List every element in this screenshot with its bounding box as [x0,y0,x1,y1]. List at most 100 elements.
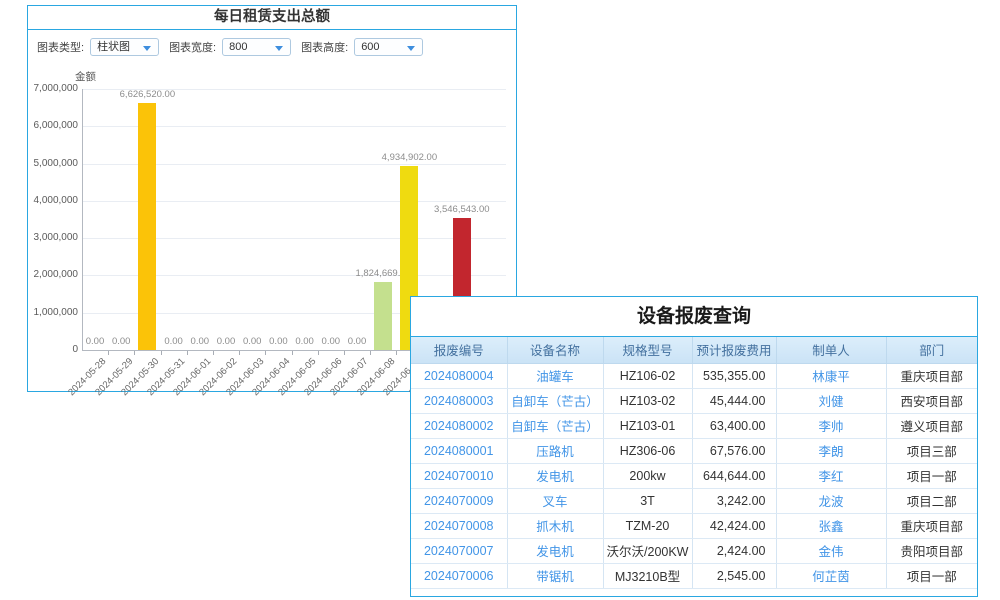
x-axis-tick [239,351,240,355]
table-cell-link[interactable]: 林康平 [776,363,886,388]
y-axis-title: 金额 [75,69,96,84]
table-cell-link[interactable]: 压路机 [507,438,603,463]
column-header: 设备名称 [507,337,603,363]
table-cell: 63,400.00 [692,413,776,438]
table-cell-link[interactable]: 李红 [776,463,886,488]
table-row: 2024070007发电机沃尔沃/200KW2,424.00金伟贵阳项目部 [411,538,977,563]
table-cell: MJ3210B型 [603,563,692,588]
table-cell: 遵义项目部 [886,413,977,438]
column-header: 报废编号 [411,337,507,363]
bar-value-label: 4,934,902.00 [364,152,454,163]
x-axis-tick [213,351,214,355]
table-cell: 42,424.00 [692,513,776,538]
table-row: 2024080003自卸车（芒古）HZ103-0245,444.00刘健西安项目… [411,388,977,413]
equipment-scrap-query-panel: 设备报废查询 报废编号设备名称规格型号预计报废费用制单人部门2024080004… [410,296,978,597]
chevron-down-icon [275,46,283,51]
table-cell: 2,545.00 [692,563,776,588]
column-header: 制单人 [776,337,886,363]
x-axis-tick [134,351,135,355]
table-cell-link[interactable]: 何芷茵 [776,563,886,588]
column-header: 规格型号 [603,337,692,363]
table-cell-link[interactable]: 2024080003 [411,388,507,413]
scrap-panel-title: 设备报废查询 [411,297,977,337]
table-cell-link[interactable]: 自卸车（芒古） [507,413,603,438]
table-cell-link[interactable]: 抓木机 [507,513,603,538]
table-row: 2024070008抓木机TZM-2042,424.00张鑫重庆项目部 [411,513,977,538]
table-cell-link[interactable]: 金伟 [776,538,886,563]
y-tick-label: 1,000,000 [30,307,78,318]
chart-height-select[interactable]: 600 [354,38,423,56]
table-cell: 项目一部 [886,563,977,588]
chevron-down-icon [407,46,415,51]
table-cell: 644,644.00 [692,463,776,488]
table-cell: TZM-20 [603,513,692,538]
x-axis-tick [370,351,371,355]
chart-type-select[interactable]: 柱状图 [90,38,159,56]
table-cell-link[interactable]: 2024080004 [411,363,507,388]
y-axis-line [82,89,83,350]
table-cell-link[interactable]: 油罐车 [507,363,603,388]
y-tick-label: 3,000,000 [30,232,78,243]
chart-panel-title: 每日租赁支出总额 [28,6,516,30]
chart-height-label: 图表高度: [301,39,348,55]
chart-width-label: 图表宽度: [169,39,216,55]
table-cell: HZ106-02 [603,363,692,388]
table-cell: HZ103-02 [603,388,692,413]
table-cell: 项目二部 [886,488,977,513]
table-cell: 535,355.00 [692,363,776,388]
scrap-table: 报废编号设备名称规格型号预计报废费用制单人部门2024080004油罐车HZ10… [411,337,977,589]
table-cell: 3T [603,488,692,513]
chart-type-label: 图表类型: [37,39,84,55]
chevron-down-icon [143,46,151,51]
table-row: 2024080001压路机HZ306-0667,576.00李朗项目三部 [411,438,977,463]
table-cell-link[interactable]: 叉车 [507,488,603,513]
chart-type-value: 柱状图 [97,41,130,53]
table-cell-link[interactable]: 带锯机 [507,563,603,588]
table-cell-link[interactable]: 李帅 [776,413,886,438]
table-cell-link[interactable]: 2024080002 [411,413,507,438]
x-axis-tick [187,351,188,355]
chart-width-select[interactable]: 800 [222,38,291,56]
table-cell: 3,242.00 [692,488,776,513]
table-cell: 200kw [603,463,692,488]
table-cell: 2,424.00 [692,538,776,563]
column-header: 部门 [886,337,977,363]
table-cell-link[interactable]: 刘健 [776,388,886,413]
y-tick-label: 5,000,000 [30,158,78,169]
y-tick-label: 2,000,000 [30,269,78,280]
bar-value-label: 6,626,520.00 [102,89,192,100]
table-cell-link[interactable]: 2024070010 [411,463,507,488]
table-row: 2024070009叉车3T3,242.00龙波项目二部 [411,488,977,513]
y-tick-label: 6,000,000 [30,120,78,131]
table-cell-link[interactable]: 张鑫 [776,513,886,538]
y-tick-label: 7,000,000 [30,83,78,94]
chart-bar[interactable] [138,103,156,350]
table-cell: 项目一部 [886,463,977,488]
table-cell: 贵阳项目部 [886,538,977,563]
chart-controls: 图表类型: 柱状图 图表宽度: 800 图表高度: 600 [28,36,516,58]
x-axis-tick [161,351,162,355]
table-cell-link[interactable]: 2024070009 [411,488,507,513]
x-axis-tick [396,351,397,355]
table-cell: 项目三部 [886,438,977,463]
table-cell-link[interactable]: 发电机 [507,463,603,488]
chart-bar[interactable] [374,282,392,350]
table-cell-link[interactable]: 2024070008 [411,513,507,538]
x-axis-tick [318,351,319,355]
x-axis-tick [344,351,345,355]
table-cell: 西安项目部 [886,388,977,413]
table-cell-link[interactable]: 2024070007 [411,538,507,563]
table-row: 2024070006带锯机MJ3210B型2,545.00何芷茵项目一部 [411,563,977,588]
table-cell-link[interactable]: 李朗 [776,438,886,463]
table-cell-link[interactable]: 自卸车（芒古） [507,388,603,413]
table-cell-link[interactable]: 龙波 [776,488,886,513]
table-cell-link[interactable]: 发电机 [507,538,603,563]
y-tick-label: 4,000,000 [30,195,78,206]
table-cell-link[interactable]: 2024070006 [411,563,507,588]
table-cell: 重庆项目部 [886,513,977,538]
table-row: 2024080002自卸车（芒古）HZ103-0163,400.00李帅遵义项目… [411,413,977,438]
table-cell-link[interactable]: 2024080001 [411,438,507,463]
table-cell: 45,444.00 [692,388,776,413]
table-cell: 沃尔沃/200KW [603,538,692,563]
x-axis-tick [265,351,266,355]
